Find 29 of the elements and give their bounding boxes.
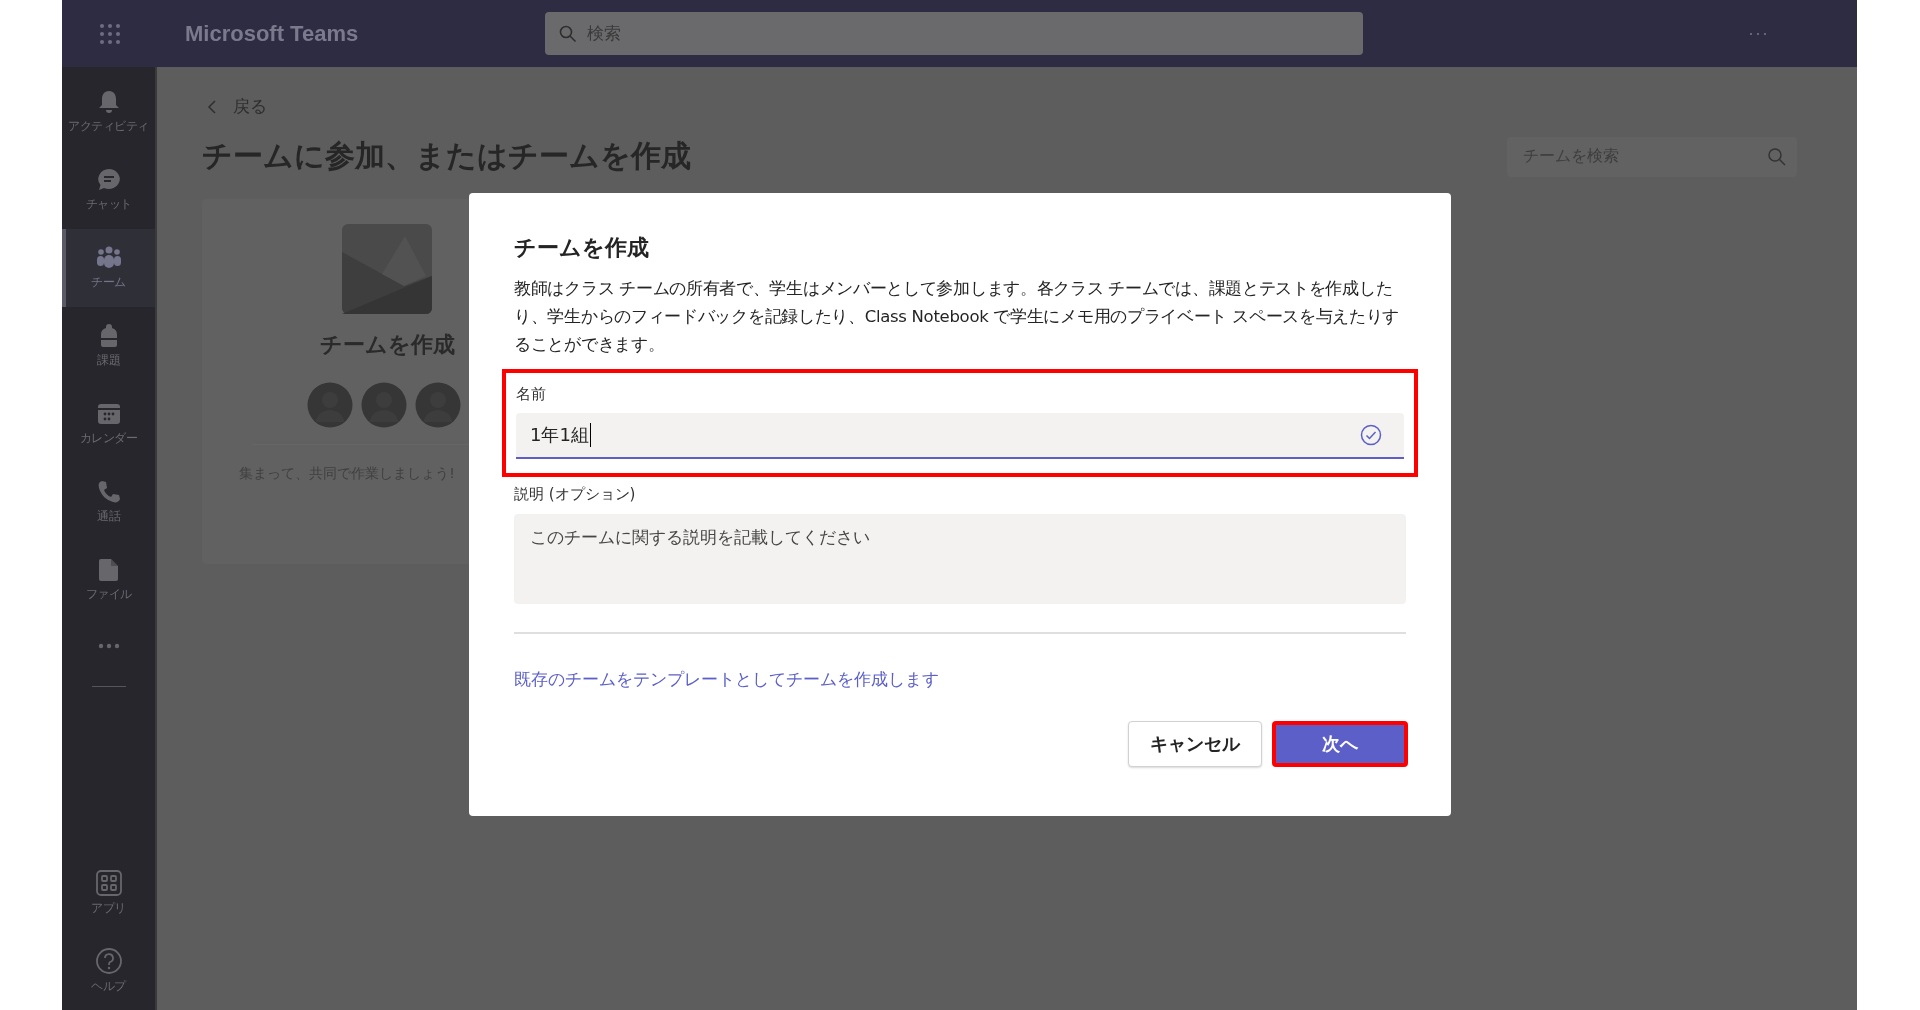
avatar-icon	[307, 382, 353, 428]
next-button[interactable]: 次へ	[1272, 721, 1408, 767]
sidebar-item[interactable]: 課題	[62, 307, 155, 385]
more-options-button[interactable]: ···	[1748, 23, 1769, 44]
dialog-description: 教師はクラス チームの所有者で、学生はメンバーとして参加します。各クラス チームでは、課題とテストを作成したり、学生からのフィードバックを記録したり、Class Notebook で学生にメモ用のプライベート スペースを与えたりすることができます。	[514, 278, 1401, 356]
mountain-image-icon	[342, 224, 432, 314]
sidebar-item[interactable]: カレンダー	[62, 385, 155, 463]
more-apps-icon[interactable]	[97, 643, 120, 649]
app-launcher-icon[interactable]	[98, 22, 121, 45]
dialog-title: チームを作成	[514, 234, 650, 262]
avatar-icon	[415, 382, 461, 428]
sidebar-item[interactable]: チーム	[62, 229, 155, 307]
help-icon	[94, 947, 123, 975]
search-icon	[1767, 146, 1787, 167]
name-input-field[interactable]: 1年1組	[516, 413, 1404, 459]
chevron-left-icon	[207, 99, 217, 114]
field-label: 説明 (オプション)	[514, 485, 637, 504]
search-icon	[559, 24, 577, 43]
chat-bubble-icon	[95, 167, 122, 193]
people-icon	[95, 245, 122, 271]
avatar-icon	[361, 382, 407, 428]
description-input-field[interactable]: このチームに関する説明を記載してください	[514, 514, 1406, 604]
cancel-button[interactable]: キャンセル	[1128, 721, 1262, 767]
calendar-icon	[95, 401, 122, 427]
template-link[interactable]: 既存のチームをテンプレートとしてチームを作成します	[514, 668, 939, 691]
field-label: 名前	[516, 385, 547, 404]
apps-grid-icon	[94, 869, 123, 897]
app-title: Microsoft Teams	[185, 20, 360, 47]
sidebar-item[interactable]: アプリ	[62, 854, 155, 932]
